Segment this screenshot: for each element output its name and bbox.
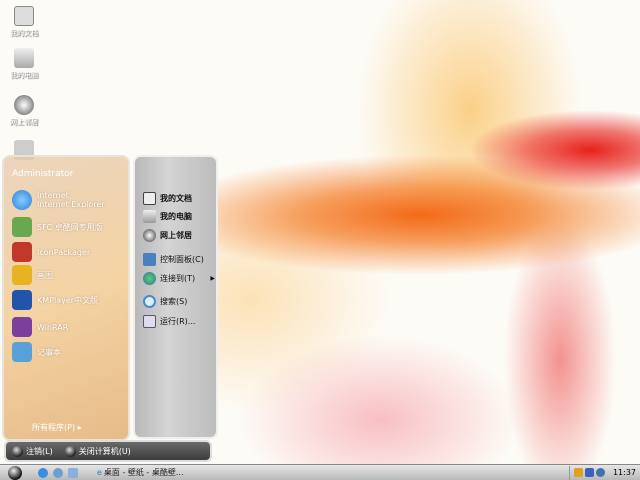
quicklaunch-ie-icon[interactable] <box>38 467 48 478</box>
place-run[interactable]: 运行(R)... <box>143 313 195 329</box>
program-kmplayer[interactable]: KMPlayer中文版 <box>12 289 98 311</box>
system-tray: 11:37 <box>568 465 640 480</box>
winrar-icon <box>12 317 32 337</box>
place-network[interactable]: 网上邻居 <box>143 227 192 243</box>
place-my-computer[interactable]: 我的电脑 <box>143 208 192 224</box>
place-my-documents[interactable]: 我的文档 <box>143 190 192 206</box>
program-iconpackager[interactable]: IconPackager <box>12 241 90 263</box>
place-connect-to[interactable]: 连接到(T) ▶ <box>143 270 215 286</box>
my-documents-icon <box>14 6 34 26</box>
place-search[interactable]: 搜索(S) <box>143 293 187 309</box>
quicklaunch-network-icon[interactable] <box>53 467 63 478</box>
clock[interactable]: 11:37 <box>613 468 636 477</box>
program-notepad[interactable]: 记事本 <box>12 341 61 363</box>
my-computer-icon <box>143 209 156 223</box>
connect-icon <box>143 271 156 285</box>
run-icon <box>143 314 156 328</box>
my-documents-icon <box>143 191 156 205</box>
submenu-arrow-icon: ▶ <box>210 274 215 282</box>
desktop-icon-network[interactable]: 网上邻居 <box>4 95 44 127</box>
start-menu-footer: 注销(L) 关闭计算机(U) <box>4 440 212 462</box>
search-icon <box>143 294 156 308</box>
program-paint[interactable]: 画图 <box>12 264 53 286</box>
network-icon <box>14 95 34 115</box>
control-panel-icon <box>143 252 156 266</box>
paint-icon <box>12 265 32 285</box>
place-control-panel[interactable]: 控制面板(C) <box>143 251 204 267</box>
kmplayer-icon <box>12 290 32 310</box>
tray-update-icon[interactable] <box>595 468 605 477</box>
shutdown-icon <box>64 445 76 457</box>
start-menu-places-panel: 我的文档 我的电脑 网上邻居 控制面板(C) 连接到(T) ▶ 搜索(S) 运行(… <box>133 155 218 439</box>
start-button[interactable] <box>8 465 22 480</box>
all-programs-button[interactable]: 所有程序(P) ▸ <box>32 422 82 433</box>
notepad-icon <box>12 342 32 362</box>
tray-network-icon[interactable] <box>584 468 594 477</box>
iconpackager-icon <box>12 242 32 262</box>
program-sfc[interactable]: SFC 卓酷网专用版 <box>12 216 103 238</box>
ie-icon <box>12 190 32 210</box>
start-menu-programs-panel: Administrator Internet Internet Explorer … <box>2 155 130 441</box>
desktop-icon-my-documents[interactable]: 我的文档 <box>4 6 44 38</box>
arrow-right-icon: ▸ <box>77 423 82 432</box>
ie-icon: e <box>97 468 102 477</box>
shutdown-button[interactable]: 关闭计算机(U) <box>79 446 131 457</box>
logoff-icon <box>12 445 23 457</box>
logoff-button[interactable]: 注销(L) <box>26 446 53 457</box>
my-computer-icon <box>14 48 34 68</box>
tray-user-icon[interactable] <box>573 468 583 477</box>
quicklaunch-desktop-icon[interactable] <box>68 467 78 478</box>
program-winrar[interactable]: WinRAR <box>12 316 68 338</box>
network-icon <box>143 228 156 242</box>
program-internet-explorer[interactable]: Internet Internet Explorer <box>12 189 105 211</box>
desktop-icon-my-computer[interactable]: 我的电脑 <box>4 48 44 80</box>
sfc-icon <box>12 217 32 237</box>
taskbar: e 桌面 - 壁纸 - 桌酷壁... 11:37 <box>0 464 640 480</box>
user-name: Administrator <box>12 169 74 179</box>
taskbar-button-browser[interactable]: e 桌面 - 壁纸 - 桌酷壁... <box>97 466 197 479</box>
